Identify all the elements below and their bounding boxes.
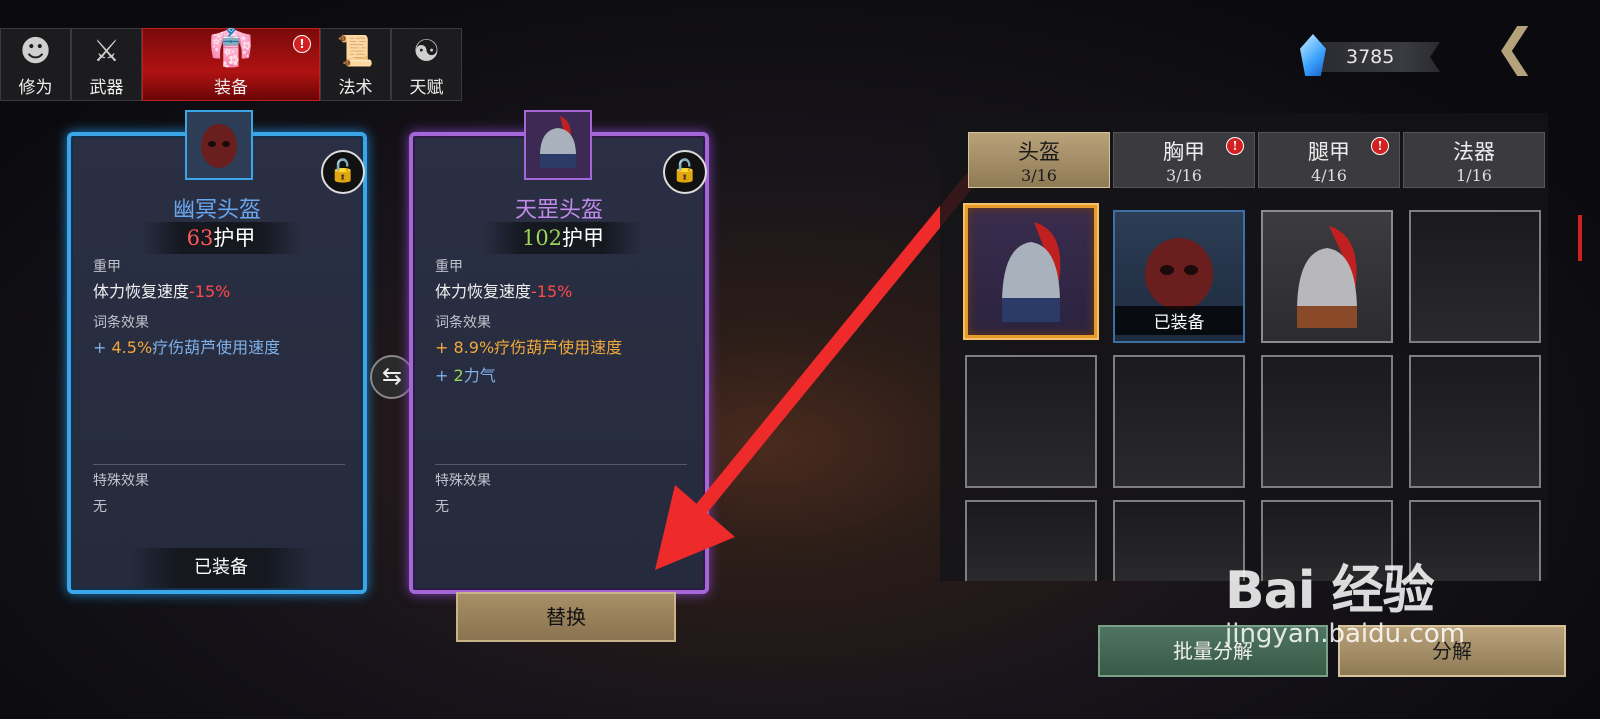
equipped-status: 已装备 [131,548,311,588]
special-title: 特殊效果 [435,473,491,489]
armor-value: 63 [186,226,214,250]
red-mask-helmet-icon [1145,238,1213,310]
inventory-slot[interactable] [965,355,1097,488]
affix-text: 疗伤葫芦使用速度 [152,338,281,357]
category-tab-chest[interactable]: 胸甲 3/16 ! [1113,132,1255,188]
tab-label: 天赋 [409,78,444,98]
inventory-slot[interactable] [1409,210,1541,343]
alert-badge: ! [1371,137,1389,155]
category-name: 法器 [1453,140,1495,164]
armor-stat: 102护甲 [483,222,643,254]
inventory-slot[interactable] [1261,355,1393,488]
currency-display: 3785 [1300,34,1440,76]
tab-label: 法术 [338,78,373,98]
equipped-label: 已装备 [1115,306,1243,335]
back-icon[interactable]: ❮ [1488,20,1542,74]
yin-yang-icon: ☯ [413,34,440,69]
armor-type: 重甲 [93,259,121,275]
tab-talent[interactable]: ☯ 天赋 [391,28,462,101]
top-nav: ☻ 修为 ⚔ 武器 👘 装备 ! 📜 法术 ☯ 天赋 [0,28,462,101]
stamina-stat: 体力恢复速度-15% [93,278,230,302]
category-tab-legs[interactable]: 腿甲 4/16 ! [1258,132,1400,188]
red-arrow-annotation [655,173,977,570]
replace-button[interactable]: 替换 [456,592,676,642]
scroll-icon: 📜 [336,34,375,69]
special-value: 无 [93,499,107,515]
stamina-label: 体力恢复速度 [435,282,532,301]
tab-equipment[interactable]: 👘 装备 ! [142,28,320,101]
armor-type: 重甲 [435,259,463,275]
inventory-slot[interactable] [1261,210,1393,343]
tab-cultivation[interactable]: ☻ 修为 [0,28,71,101]
category-tab-helmet[interactable]: 头盔 3/16 [968,132,1110,188]
category-tab-artifact[interactable]: 法器 1/16 [1403,132,1545,188]
monk-head-icon: ☻ [19,34,52,69]
category-count: 3/16 [1166,166,1202,185]
armor-label: 护甲 [562,226,605,250]
affix-title: 词条效果 [435,315,491,331]
currency-value: 3785 [1346,46,1395,68]
unlock-icon[interactable]: 🔓 [321,150,365,194]
affix-prefix: + [435,366,454,385]
special-value: 无 [435,499,449,515]
watermark-logo: Bai 经验 [1225,561,1435,621]
category-count: 3/16 [1021,166,1057,185]
plumed-helmet-icon [540,116,576,168]
divider [93,464,345,465]
affix-title: 词条效果 [93,315,149,331]
affix-line-1: + 8.9%疗伤葫芦使用速度 [435,338,623,357]
item-thumbnail [185,110,253,180]
tab-label: 修为 [18,78,53,98]
tab-label: 装备 [214,78,248,98]
robe-icon: 👘 [208,28,254,69]
alert-badge: ! [1226,137,1244,155]
inventory-slot[interactable] [965,205,1097,338]
alert-badge: ! [293,35,311,53]
inventory-slot[interactable] [1409,355,1541,488]
affix-value: 2 [453,366,464,385]
tab-label: 武器 [89,78,124,98]
stamina-value: -15% [189,282,231,301]
plumed-helmet-icon [1002,222,1061,322]
category-count: 1/16 [1456,166,1492,185]
inventory-slot[interactable]: 已装备 [1113,210,1245,343]
stamina-stat: 体力恢复速度-15% [435,278,572,302]
plumed-helmet-icon [1297,226,1357,328]
affix-value: 4.5% [111,338,153,357]
equipped-item-card: 幽冥头盔 63护甲 重甲 体力恢复速度-15% 词条效果 + 4.5%疗伤葫芦使… [67,132,367,594]
tab-spells[interactable]: 📜 法术 [320,28,391,101]
scrollbar[interactable] [1578,215,1582,261]
armor-stat: 63护甲 [141,222,301,254]
watermark-url: jingyan.baidu.com [1225,619,1465,649]
swap-icon: ⇆ [370,355,414,399]
affix-line-2: + 2力气 [435,362,496,386]
affix-line: + 4.5%疗伤葫芦使用速度 [93,334,280,358]
category-name: 头盔 [1018,140,1060,164]
special-title: 特殊效果 [93,473,149,489]
red-mask-helmet-icon [201,124,237,168]
affix-text: 力气 [463,366,496,385]
inventory-slot[interactable] [965,500,1097,581]
inventory-slot[interactable] [1113,355,1245,488]
sword-icon: ⚔ [93,34,120,69]
armor-value: 102 [521,226,563,250]
item-name: 幽冥头盔 [172,198,261,223]
stamina-label: 体力恢复速度 [93,282,190,301]
stamina-value: -15% [531,282,573,301]
affix-prefix: + [93,338,112,357]
armor-label: 护甲 [213,226,256,250]
baidu-watermark: Bai 经验 jingyan.baidu.com [1225,548,1465,649]
category-count: 4/16 [1311,166,1347,185]
item-thumbnail [524,110,592,180]
tab-weapon[interactable]: ⚔ 武器 [71,28,142,101]
